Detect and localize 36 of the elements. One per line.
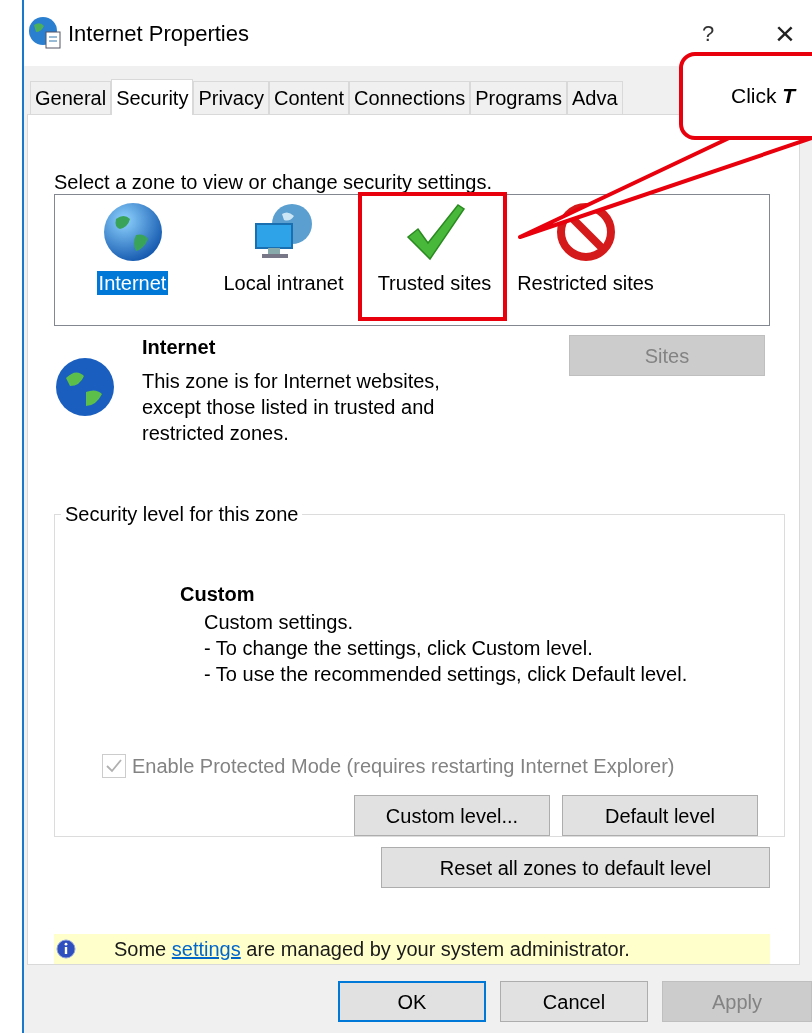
- zone-item[interactable]: Local intranet: [221, 271, 346, 295]
- globe-icon: [54, 356, 116, 418]
- info-icon: [56, 939, 76, 959]
- zone-item[interactable]: Internet: [96, 271, 169, 295]
- close-button[interactable]: ×: [768, 18, 802, 48]
- custom-level-button[interactable]: Custom level...: [354, 795, 550, 836]
- level-name: Custom: [180, 582, 256, 607]
- level-description: - To use the recommended settings, click Default level.: [204, 662, 689, 687]
- zone-item[interactable]: Restricted sites: [515, 271, 656, 295]
- window-title: Internet Properties: [68, 19, 249, 48]
- tab[interactable]: Content: [269, 81, 350, 114]
- tab[interactable]: Programs: [470, 81, 567, 114]
- reset-zones-button[interactable]: Reset all zones to default level: [381, 847, 770, 888]
- callout-text: Click T: [731, 83, 796, 110]
- zone-item[interactable]: Trusted sites: [375, 271, 494, 295]
- checkmark-icon: [105, 757, 123, 775]
- level-description: - To change the settings, click Custom level.: [204, 636, 594, 661]
- no-entry-icon: [554, 201, 617, 263]
- tab[interactable]: General: [30, 81, 112, 114]
- dialog-button[interactable]: Cancel: [500, 981, 648, 1022]
- checkbox-label: Enable Protected Mode (requires restarting Internet Explorer): [132, 754, 675, 779]
- globe-icon: [101, 201, 164, 263]
- globe-document-icon: [28, 16, 62, 50]
- zone-prompt: Select a zone to view or change security settings.: [54, 170, 493, 194]
- settings-link[interactable]: settings: [171, 938, 241, 960]
- tab[interactable]: Privacy: [193, 81, 269, 114]
- default-level-button[interactable]: Default level: [562, 795, 758, 836]
- zone-title: Internet: [142, 335, 217, 360]
- help-button[interactable]: ?: [688, 16, 728, 50]
- tab[interactable]: Connections: [349, 81, 471, 114]
- dialog-button[interactable]: OK: [338, 981, 486, 1022]
- level-description: Custom settings.: [204, 610, 354, 635]
- zone-description: This zone is for Internet websites, except those listed in trusted and restricted zones.: [142, 369, 441, 446]
- notice-text: Some settings are managed by your system administrator.: [114, 937, 630, 962]
- tab[interactable]: Adva: [566, 81, 623, 114]
- tab[interactable]: Security: [111, 79, 194, 115]
